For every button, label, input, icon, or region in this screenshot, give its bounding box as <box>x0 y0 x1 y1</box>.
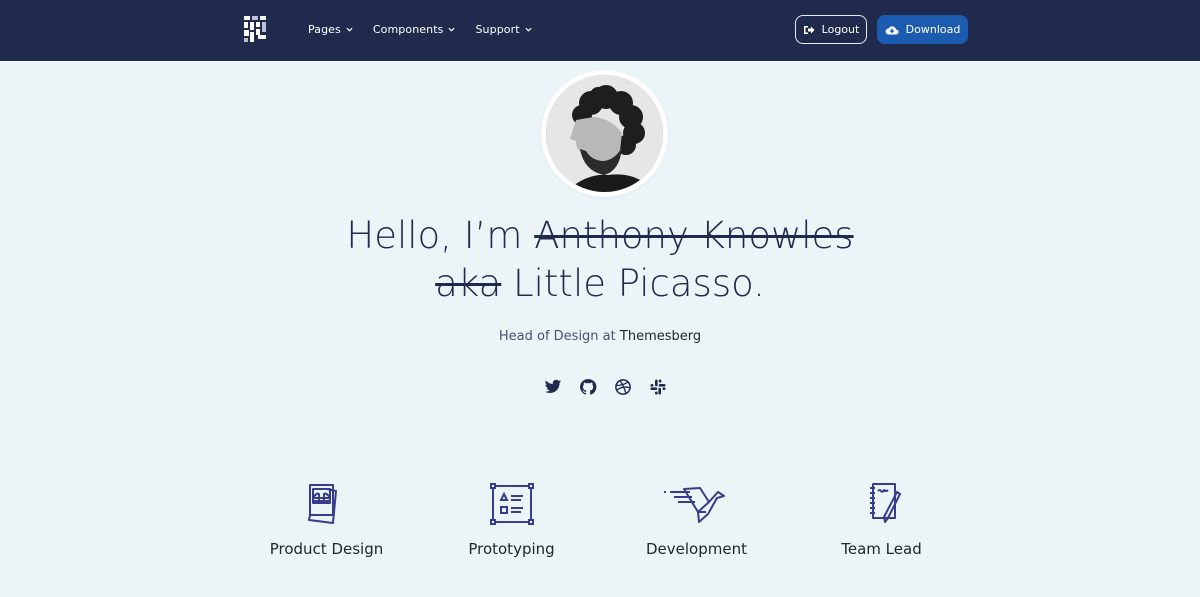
headline-prefix: Hello, I’m <box>346 214 523 257</box>
service-team-lead: Team Lead <box>789 482 974 558</box>
logout-button[interactable]: Logout <box>795 15 867 44</box>
headline-struck-aka: aka <box>435 262 502 305</box>
service-label: Development <box>646 540 747 558</box>
origami-bird-icon <box>663 487 725 523</box>
chevron-down-icon <box>525 27 532 32</box>
service-development: Development <box>604 482 789 558</box>
services-section: Product Design Prototyping Development T… <box>234 482 974 562</box>
service-prototyping: Prototyping <box>419 482 604 558</box>
subtitle-company: Themesberg <box>619 329 702 344</box>
github-icon <box>580 379 597 395</box>
nav-pages[interactable]: Pages <box>308 23 353 36</box>
notebook-pencil-icon <box>869 483 901 523</box>
photos-icon <box>307 484 337 524</box>
nav-support-label: Support <box>475 22 520 36</box>
subtitle-role: Head of Design at <box>498 329 616 344</box>
download-label: Download <box>905 23 961 36</box>
nav-components[interactable]: Components <box>373 23 456 36</box>
nav-support[interactable]: Support <box>475 22 532 36</box>
chevron-down-icon <box>448 27 456 32</box>
navbar: Pages Components Support Logout Download <box>0 0 1200 61</box>
headline-struck-name: Anthony Knowles <box>534 214 854 257</box>
nav-components-label: Components <box>372 22 444 36</box>
slack-link[interactable] <box>649 378 667 396</box>
brand-logo-icon[interactable] <box>244 16 266 42</box>
profile-subtitle: Head of Design at Themesberg <box>0 329 1200 344</box>
service-label: Product Design <box>269 540 384 558</box>
service-label: Team Lead <box>841 540 922 558</box>
cloud-download-icon <box>885 25 899 34</box>
page-title: Hello, I’m Anthony Knowles aka Little Pi… <box>0 212 1200 308</box>
twitter-icon <box>544 379 562 394</box>
download-button[interactable]: Download <box>877 15 968 44</box>
wireframe-icon <box>489 483 534 525</box>
profile-photo <box>546 75 663 192</box>
dribbble-icon <box>615 379 631 395</box>
slack-icon <box>650 379 666 395</box>
chevron-down-icon <box>346 27 353 32</box>
github-link[interactable] <box>579 378 597 396</box>
nav-pages-label: Pages <box>308 22 341 36</box>
service-product-design: Product Design <box>234 482 419 558</box>
logout-label: Logout <box>821 23 860 36</box>
service-label: Prototyping <box>468 540 555 558</box>
sign-out-icon <box>803 25 815 34</box>
dribbble-link[interactable] <box>614 378 632 396</box>
headline-nickname: Little Picasso. <box>513 262 765 305</box>
twitter-link[interactable] <box>544 378 562 396</box>
avatar <box>541 70 668 197</box>
social-links <box>544 378 684 396</box>
